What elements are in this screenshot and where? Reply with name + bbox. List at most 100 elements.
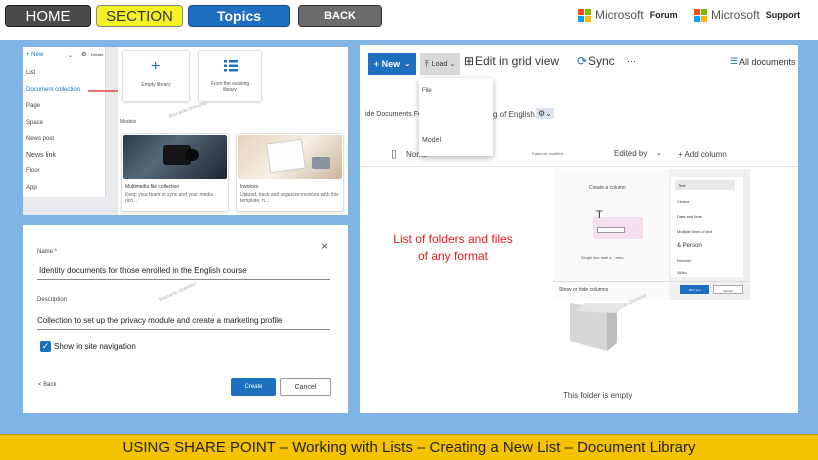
chevron-down-icon: ⌄: [68, 53, 74, 59]
edit-grid-view-button[interactable]: Edit in grid view: [475, 54, 559, 68]
back-link[interactable]: < Back: [38, 382, 57, 388]
edited-by-column-header[interactable]: Edited by: [614, 149, 647, 158]
single-line-label: Single line mail d... reso: [581, 255, 624, 260]
annotation-text: List of folders and files of any format: [393, 232, 513, 263]
close-icon[interactable]: ×: [321, 239, 328, 253]
header-divider: [360, 166, 798, 167]
menu-item-space[interactable]: Space: [26, 120, 43, 126]
microsoft-logo-icon: [578, 8, 591, 22]
modified-column-header[interactable]: Data/ora modifica: [532, 151, 563, 156]
show-in-nav-label: Show in site navigation: [54, 342, 136, 351]
name-label: Name *: [37, 249, 58, 255]
dropdown-item-file[interactable]: File: [422, 88, 432, 94]
chevron-down-icon: ⌄: [656, 150, 662, 157]
new-button-label: + New: [373, 59, 401, 69]
forum-label: Forum: [649, 10, 678, 20]
column-type-date[interactable]: Date and time: [677, 214, 702, 219]
next-button[interactable]: After you: [680, 285, 709, 294]
topics-button[interactable]: Topics: [188, 5, 290, 27]
description-input[interactable]: Collection to set up the privacy module …: [37, 316, 282, 325]
create-library-dialog: × Name * Identity documents for those en…: [23, 225, 348, 413]
file-type-icon: ▯: [391, 148, 398, 160]
multimedia-template-title: Multimedia file collection: [125, 184, 180, 190]
breadcrumb-library[interactable]: g of English: [493, 110, 535, 119]
name-input-underline: [37, 279, 330, 280]
new-menu-button[interactable]: + New: [26, 52, 43, 58]
gear-icon[interactable]: ⚙: [81, 51, 86, 58]
create-column-panel: Create a column T Single line mail d... …: [553, 169, 750, 300]
plus-icon: +: [151, 58, 161, 75]
chevron-down-icon: ⌄: [449, 61, 456, 68]
microsoft-forum-link[interactable]: Microsoft Forum: [578, 8, 678, 22]
column-type-choice[interactable]: Choice: [677, 199, 689, 204]
menu-item-news-link[interactable]: News link: [26, 152, 56, 159]
description-label: Description: [37, 297, 68, 303]
column-type-person[interactable]: & Person: [677, 243, 702, 249]
from-existing-library-card[interactable]: From the existing library: [198, 50, 262, 102]
menu-item-app[interactable]: App: [26, 185, 37, 191]
menu-item-news-post[interactable]: News post: [26, 136, 54, 142]
new-button[interactable]: + New ⌄: [368, 53, 416, 75]
grid-view-icon: ⊞: [464, 54, 475, 68]
invoices-template-title: Invoices: [240, 184, 259, 190]
menu-item-floor[interactable]: Floor: [26, 168, 40, 174]
menu-item-page[interactable]: Page: [26, 103, 40, 109]
description-input-underline: [37, 329, 330, 330]
section-button[interactable]: SECTION: [96, 5, 183, 27]
back-button[interactable]: BACK: [298, 5, 382, 27]
microsoft-support-name: Microsoft: [711, 8, 760, 22]
invoices-template-card[interactable]: Invoices Upload, track and organize invo…: [236, 133, 344, 212]
create-column-title: Create a column: [589, 185, 626, 191]
empty-library-card[interactable]: + Empty library: [122, 50, 190, 102]
details-link[interactable]: Details: [91, 52, 103, 57]
from-existing-label: From the existing library: [210, 81, 250, 93]
library-settings-icon[interactable]: ⚙⌄: [536, 108, 554, 119]
watermark-text: Riccardo Dominici: [158, 280, 198, 304]
cancel-column-button[interactable]: Cancel: [713, 285, 743, 294]
multimedia-template-desc: Keep your team in sync and your media ri…: [125, 192, 214, 204]
empty-folder-message: This folder is empty: [563, 391, 633, 400]
invoices-template-image: [238, 135, 342, 179]
column-type-multiline[interactable]: Multiple lines of text: [677, 229, 712, 234]
microsoft-support-link[interactable]: Microsoft Support: [694, 8, 800, 22]
multimedia-template-image: [123, 135, 227, 179]
microsoft-forum-name: Microsoft: [595, 8, 644, 22]
column-type-number[interactable]: Number: [677, 258, 691, 263]
column-type-yes-no[interactable]: Si/No: [677, 270, 687, 275]
show-hide-columns-link[interactable]: Show or hide columns: [559, 287, 608, 293]
menu-item-list[interactable]: List: [26, 70, 35, 76]
menu-item-document-collection[interactable]: Document collection: [26, 87, 80, 93]
empty-library-label: Empty library: [141, 82, 171, 88]
view-selector[interactable]: All documents: [739, 57, 796, 67]
invoices-template-desc: Upload, track and organize invoices with…: [240, 192, 339, 204]
name-input[interactable]: Identity documents for those enrolled in…: [39, 266, 247, 275]
footer-caption: USING SHARE POINT – Working with Lists –…: [0, 434, 818, 460]
home-button[interactable]: HOME: [5, 5, 91, 27]
more-options-icon[interactable]: ···: [627, 56, 636, 66]
sync-button[interactable]: Sync: [588, 54, 615, 68]
add-column-button[interactable]: + Add column: [678, 150, 727, 159]
create-button[interactable]: Create: [231, 378, 276, 396]
watermark-text: Riccardo Dominici: [168, 100, 209, 120]
text-cursor-icon: T: [596, 209, 603, 221]
empty-folder-illustration: [570, 303, 625, 351]
microsoft-logo-icon: [694, 8, 707, 22]
column-type-list: Text Choice Date and time Multiple lines…: [671, 177, 743, 277]
show-in-nav-checkbox[interactable]: ✓: [40, 341, 51, 352]
column-type-text[interactable]: Text: [675, 180, 735, 190]
list-icon: [224, 60, 238, 72]
load-button[interactable]: ⤒ Load ⌄: [420, 53, 460, 75]
sync-icon: ⟳: [577, 54, 588, 68]
support-label: Support: [765, 10, 801, 20]
create-menu: + New ⌄ ⚙ Details List Document collecti…: [23, 47, 106, 197]
models-label: Models: [120, 119, 137, 125]
chevron-down-icon: ⌄: [404, 61, 411, 68]
upload-icon: ⤒: [424, 58, 429, 69]
load-label: Load: [431, 60, 448, 68]
column-preview-card: T: [593, 209, 643, 239]
library-options: + Empty library From the existing librar…: [118, 47, 348, 215]
multimedia-template-card[interactable]: Multimedia file collection Keep your tea…: [121, 133, 229, 212]
cancel-button[interactable]: Cancel: [280, 378, 331, 396]
filter-icon: ☰: [730, 56, 739, 66]
dropdown-item-model[interactable]: Model: [422, 137, 441, 144]
